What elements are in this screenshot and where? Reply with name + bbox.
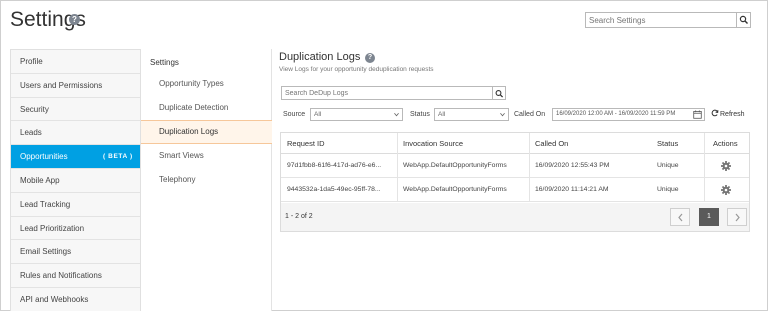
calendar-icon[interactable] (693, 110, 702, 119)
source-select-value: All (314, 111, 322, 118)
sidebar-item-label: Leads (20, 128, 42, 138)
help-icon[interactable]: ? (69, 14, 80, 25)
refresh-label: Refresh (720, 111, 745, 118)
status-filter-label: Status (410, 111, 430, 118)
request-id-cell: 97d1fbb8-61f6-417d-ad76-e6... (287, 162, 382, 169)
sidebar-item-label: Mobile App (20, 175, 60, 185)
sidebar-item-lead-prioritization[interactable]: Lead Prioritization (11, 216, 140, 241)
next-page-button[interactable] (727, 208, 747, 226)
settings-search (585, 12, 751, 28)
column-header-status[interactable]: Status (657, 133, 678, 154)
subnav-item-opportunity-types[interactable]: Opportunity Types (141, 72, 272, 96)
sidebar-item-profile[interactable]: Profile (11, 50, 140, 74)
chevron-left-icon (678, 213, 683, 222)
status-cell: Unique (657, 162, 679, 169)
sidebar-item-label: Profile (20, 57, 43, 66)
column-header-called-on[interactable]: Called On (535, 133, 568, 154)
section-title: Duplication Logs (279, 51, 361, 63)
settings-window: Settings ? Profile Users and Permissions… (0, 0, 768, 311)
table-header: Request ID Invocation Source Called On S… (281, 133, 749, 154)
status-cell: Unique (657, 186, 679, 193)
sidebar-item-users-and-permissions[interactable]: Users and Permissions (11, 73, 140, 98)
sidebar-item-label: Security (20, 104, 49, 114)
duplication-logs-table: Request ID Invocation Source Called On S… (280, 132, 750, 232)
dedup-search-input[interactable] (282, 87, 490, 99)
called-on-filter-label: Called On (514, 111, 546, 118)
source-select[interactable]: All (310, 108, 403, 121)
sidebar-item-rules-and-notifications[interactable]: Rules and Notifications (11, 264, 140, 288)
sidebar-item-security[interactable]: Security (11, 97, 140, 122)
gear-icon[interactable] (721, 185, 731, 195)
search-icon (739, 15, 748, 24)
sidebar-item-email-settings[interactable]: Email Settings (11, 240, 140, 265)
dedup-search (281, 86, 506, 100)
settings-sidebar: Profile Users and Permissions Security L… (10, 49, 141, 311)
called-on-cell: 16/09/2020 12:55:43 PM (535, 162, 610, 169)
settings-search-button[interactable] (736, 13, 750, 27)
sidebar-item-label: Lead Tracking (20, 199, 71, 209)
status-select-value: All (438, 111, 446, 118)
source-filter-label: Source (283, 111, 306, 118)
called-on-cell: 16/09/2020 11:14:21 AM (535, 186, 609, 193)
sidebar-item-label: Rules and Notifications (20, 271, 102, 281)
called-on-date-range[interactable]: 16/09/2020 12:00 AM - 16/09/2020 11:59 P… (552, 108, 705, 121)
subnav-heading: Settings (150, 58, 179, 67)
status-select[interactable]: All (434, 108, 509, 121)
request-id-cell: 9443532a-1da5-49ec-95ff-78... (287, 186, 381, 193)
sidebar-item-label: Users and Permissions (20, 80, 103, 90)
refresh-icon (711, 109, 719, 117)
subnav-item-duplicate-detection[interactable]: Duplicate Detection (141, 96, 272, 120)
beta-badge: ( BETA ) (103, 153, 133, 161)
previous-page-button[interactable] (670, 208, 690, 226)
section-subtitle: View Logs for your opportunity deduplica… (279, 66, 434, 73)
sidebar-item-api-and-webhooks[interactable]: API and Webhooks (11, 287, 140, 311)
gear-icon[interactable] (721, 161, 731, 171)
search-icon (495, 90, 504, 98)
settings-search-input[interactable] (586, 13, 736, 27)
page-button-current[interactable]: 1 (699, 208, 719, 226)
help-icon[interactable]: ? (365, 53, 375, 63)
chevron-right-icon (735, 213, 740, 222)
column-header-actions: Actions (713, 139, 738, 148)
subnav-item-smart-views[interactable]: Smart Views (141, 144, 272, 168)
dedup-search-button[interactable] (492, 87, 505, 99)
column-header-invocation-source[interactable]: Invocation Source (403, 133, 463, 154)
invocation-source-cell: WebApp.DefaultOpportunityForms (403, 162, 507, 169)
refresh-button[interactable]: Refresh (711, 108, 745, 121)
chevron-down-icon (500, 112, 505, 117)
table-row[interactable]: 9443532a-1da5-49ec-95ff-78... WebApp.Def… (281, 178, 749, 202)
table-row[interactable]: 97d1fbb8-61f6-417d-ad76-e6... WebApp.Def… (281, 154, 749, 178)
sidebar-item-label: Email Settings (20, 247, 72, 257)
subnav-item-telephony[interactable]: Telephony (141, 168, 272, 192)
subnav-item-duplication-logs[interactable]: Duplication Logs (141, 120, 272, 144)
column-header-request-id[interactable]: Request ID (287, 133, 325, 154)
chevron-down-icon (394, 112, 399, 117)
invocation-source-cell: WebApp.DefaultOpportunityForms (403, 186, 507, 193)
pagination-info: 1 - 2 of 2 (285, 213, 313, 220)
sidebar-item-opportunities[interactable]: Opportunities ( BETA ) (11, 145, 140, 169)
sidebar-item-mobile-app[interactable]: Mobile App (11, 168, 140, 193)
sidebar-item-lead-tracking[interactable]: Lead Tracking (11, 192, 140, 217)
sidebar-item-label: Lead Prioritization (20, 223, 85, 233)
sidebar-item-leads[interactable]: Leads (11, 121, 140, 146)
table-footer: 1 - 2 of 2 1 (281, 203, 749, 231)
date-range-value: 16/09/2020 12:00 AM - 16/09/2020 11:59 P… (556, 111, 676, 117)
sidebar-item-label: API and Webhooks (20, 294, 89, 304)
settings-subnav: Settings Opportunity Types Duplicate Det… (141, 49, 272, 311)
sidebar-item-label: Opportunities (20, 152, 68, 162)
